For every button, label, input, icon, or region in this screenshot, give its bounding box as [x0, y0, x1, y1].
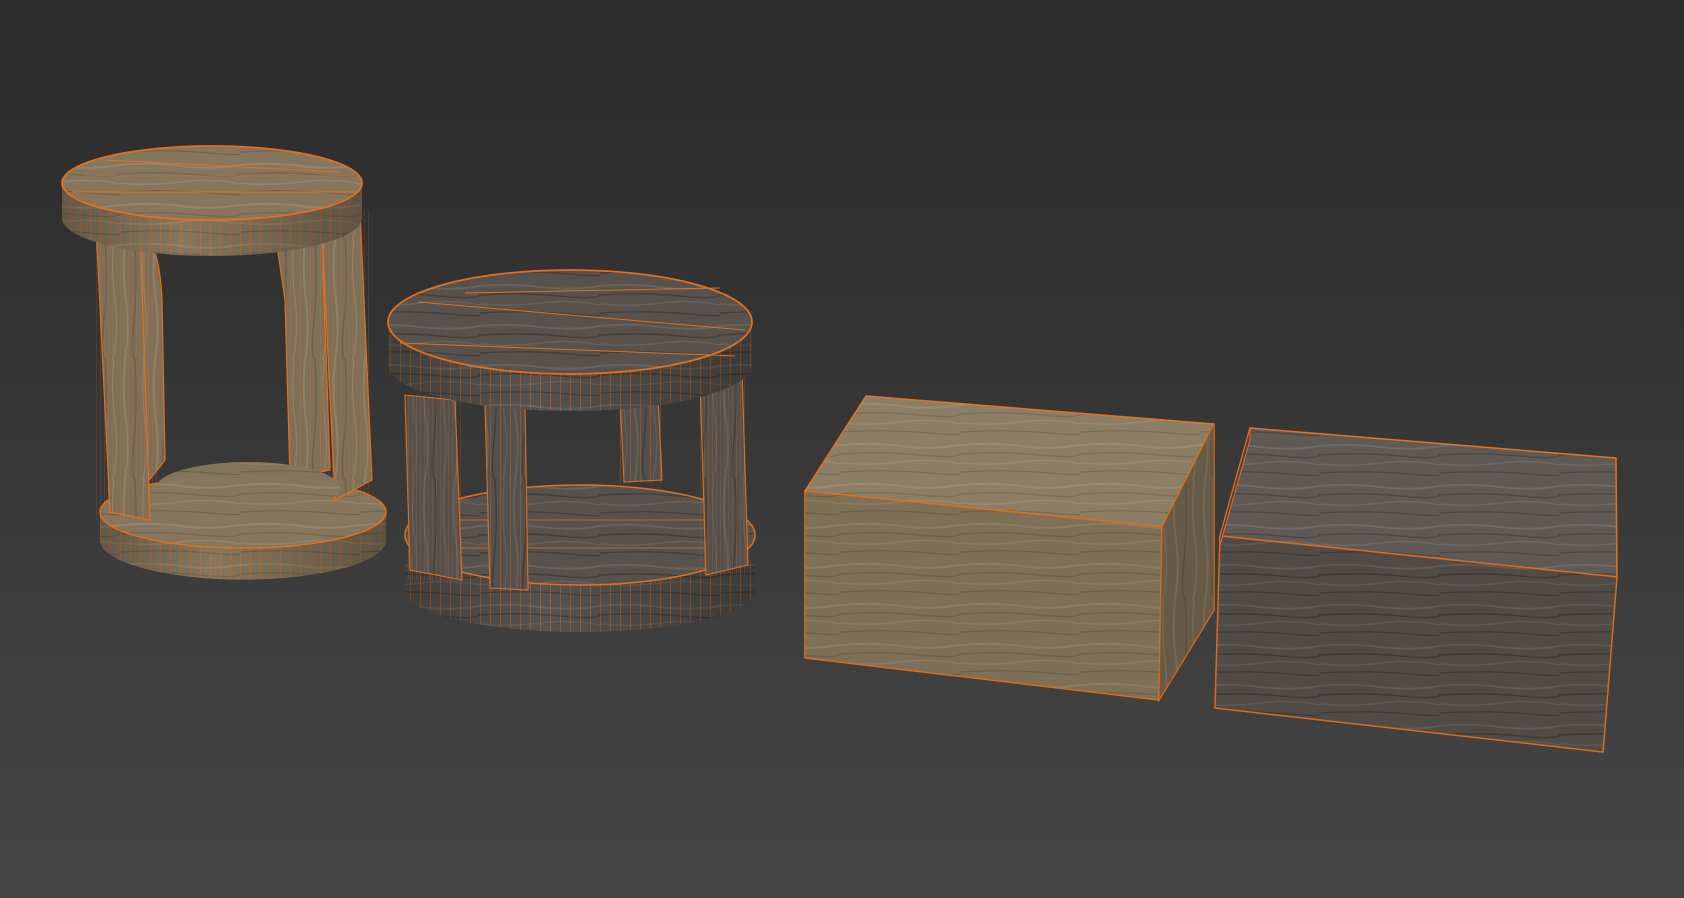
box-dark[interactable]: [1214, 427, 1618, 753]
low-stool-top: [387, 269, 753, 375]
low-stool[interactable]: [387, 269, 756, 632]
box-light[interactable]: [803, 395, 1216, 703]
viewport-scene[interactable]: [0, 0, 1684, 898]
tall-stool[interactable]: [61, 145, 387, 580]
3d-viewport[interactable]: [0, 0, 1684, 898]
tall-stool-top: [61, 145, 363, 221]
